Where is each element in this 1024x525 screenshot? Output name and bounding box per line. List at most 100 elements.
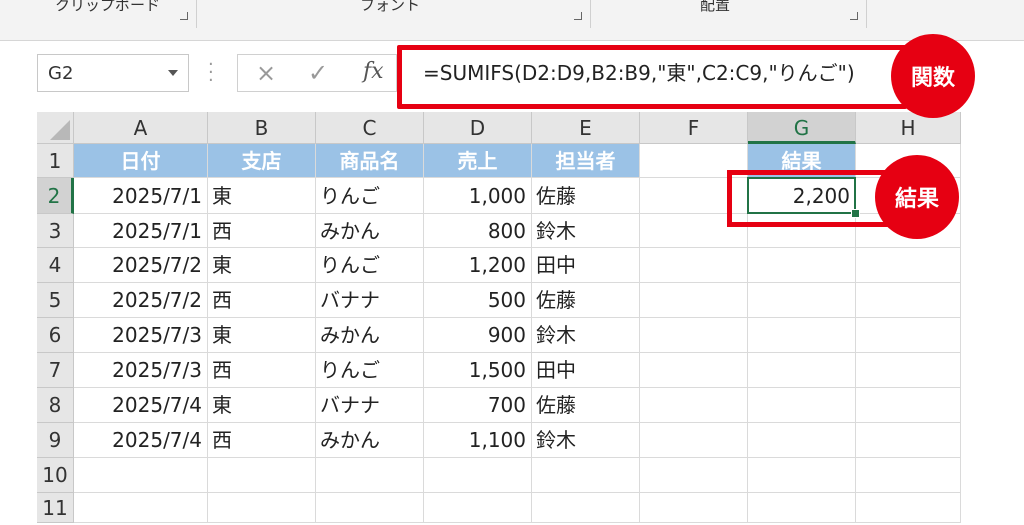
cell-b5[interactable]: 西 [208, 283, 316, 318]
cell-e7[interactable]: 田中 [532, 353, 640, 388]
cell-d2[interactable]: 1,000 [424, 178, 532, 214]
cell-d5[interactable]: 500 [424, 283, 532, 318]
row-header-1[interactable]: 1 [37, 144, 74, 178]
cell-g8[interactable] [748, 388, 856, 423]
cell-a6[interactable]: 2025/7/3 [74, 318, 208, 353]
cell-c5[interactable]: バナナ [316, 283, 424, 318]
cell-c6[interactable]: みかん [316, 318, 424, 353]
row-header-2[interactable]: 2 [37, 178, 74, 214]
cell-d6[interactable]: 900 [424, 318, 532, 353]
select-all-corner[interactable] [37, 112, 74, 144]
cell-c1[interactable]: 商品名 [316, 144, 424, 178]
cell-a9[interactable]: 2025/7/4 [74, 423, 208, 458]
alignment-launcher-icon[interactable] [850, 12, 858, 20]
cell-f4[interactable] [640, 248, 748, 283]
cell-a11[interactable] [74, 493, 208, 523]
column-header-f[interactable]: F [640, 112, 748, 144]
cell-d1[interactable]: 売上 [424, 144, 532, 178]
cell-a2[interactable]: 2025/7/1 [74, 178, 208, 214]
cell-h6[interactable] [856, 318, 961, 353]
cancel-icon[interactable]: × [256, 59, 276, 87]
cell-b10[interactable] [208, 458, 316, 493]
cell-d11[interactable] [424, 493, 532, 523]
cell-g5[interactable] [748, 283, 856, 318]
grip-dots-icon[interactable]: · · · [208, 56, 214, 90]
cell-d4[interactable]: 1,200 [424, 248, 532, 283]
cell-e3[interactable]: 鈴木 [532, 214, 640, 248]
cell-b7[interactable]: 西 [208, 353, 316, 388]
cell-e2[interactable]: 佐藤 [532, 178, 640, 214]
cell-c8[interactable]: バナナ [316, 388, 424, 423]
cell-e9[interactable]: 鈴木 [532, 423, 640, 458]
cell-f5[interactable] [640, 283, 748, 318]
cell-f10[interactable] [640, 458, 748, 493]
column-header-h[interactable]: H [856, 112, 961, 144]
cell-b9[interactable]: 西 [208, 423, 316, 458]
cell-c4[interactable]: りんご [316, 248, 424, 283]
row-header-9[interactable]: 9 [37, 423, 74, 458]
cell-h10[interactable] [856, 458, 961, 493]
cell-a1[interactable]: 日付 [74, 144, 208, 178]
chevron-down-icon[interactable] [168, 70, 178, 76]
column-header-e[interactable]: E [532, 112, 640, 144]
cell-h8[interactable] [856, 388, 961, 423]
row-header-4[interactable]: 4 [37, 248, 74, 283]
cell-e10[interactable] [532, 458, 640, 493]
cell-d7[interactable]: 1,500 [424, 353, 532, 388]
cell-d9[interactable]: 1,100 [424, 423, 532, 458]
cell-a10[interactable] [74, 458, 208, 493]
cell-c7[interactable]: りんご [316, 353, 424, 388]
font-launcher-icon[interactable] [574, 12, 582, 20]
cell-f11[interactable] [640, 493, 748, 523]
cell-b11[interactable] [208, 493, 316, 523]
column-header-b[interactable]: B [208, 112, 316, 144]
cell-f9[interactable] [640, 423, 748, 458]
column-header-d[interactable]: D [424, 112, 532, 144]
cell-h5[interactable] [856, 283, 961, 318]
cell-c11[interactable] [316, 493, 424, 523]
cell-h4[interactable] [856, 248, 961, 283]
cell-b1[interactable]: 支店 [208, 144, 316, 178]
cell-g4[interactable] [748, 248, 856, 283]
cell-e8[interactable]: 佐藤 [532, 388, 640, 423]
cell-a8[interactable]: 2025/7/4 [74, 388, 208, 423]
cell-c10[interactable] [316, 458, 424, 493]
clipboard-launcher-icon[interactable] [180, 12, 188, 20]
cell-g9[interactable] [748, 423, 856, 458]
cell-c9[interactable]: みかん [316, 423, 424, 458]
cell-h11[interactable] [856, 493, 961, 523]
cell-d10[interactable] [424, 458, 532, 493]
cell-g11[interactable] [748, 493, 856, 523]
cell-g7[interactable] [748, 353, 856, 388]
cell-h7[interactable] [856, 353, 961, 388]
name-box[interactable]: G2 [37, 54, 189, 92]
row-header-11[interactable]: 11 [37, 493, 74, 523]
cell-c3[interactable]: みかん [316, 214, 424, 248]
cell-d8[interactable]: 700 [424, 388, 532, 423]
row-header-5[interactable]: 5 [37, 283, 74, 318]
cell-a3[interactable]: 2025/7/1 [74, 214, 208, 248]
cell-g10[interactable] [748, 458, 856, 493]
cell-b4[interactable]: 東 [208, 248, 316, 283]
cell-a5[interactable]: 2025/7/2 [74, 283, 208, 318]
column-header-c[interactable]: C [316, 112, 424, 144]
cell-b6[interactable]: 東 [208, 318, 316, 353]
cell-e5[interactable]: 佐藤 [532, 283, 640, 318]
row-header-7[interactable]: 7 [37, 353, 74, 388]
cell-a4[interactable]: 2025/7/2 [74, 248, 208, 283]
cell-d3[interactable]: 800 [424, 214, 532, 248]
cell-f7[interactable] [640, 353, 748, 388]
cell-h9[interactable] [856, 423, 961, 458]
cell-b3[interactable]: 西 [208, 214, 316, 248]
row-header-3[interactable]: 3 [37, 214, 74, 248]
row-header-10[interactable]: 10 [37, 458, 74, 493]
row-header-6[interactable]: 6 [37, 318, 74, 353]
column-header-g[interactable]: G [748, 112, 856, 144]
insert-function-icon[interactable]: fx [363, 59, 384, 84]
cell-c2[interactable]: りんご [316, 178, 424, 214]
cell-a7[interactable]: 2025/7/3 [74, 353, 208, 388]
cell-g6[interactable] [748, 318, 856, 353]
cell-e1[interactable]: 担当者 [532, 144, 640, 178]
row-header-8[interactable]: 8 [37, 388, 74, 423]
cell-b8[interactable]: 東 [208, 388, 316, 423]
